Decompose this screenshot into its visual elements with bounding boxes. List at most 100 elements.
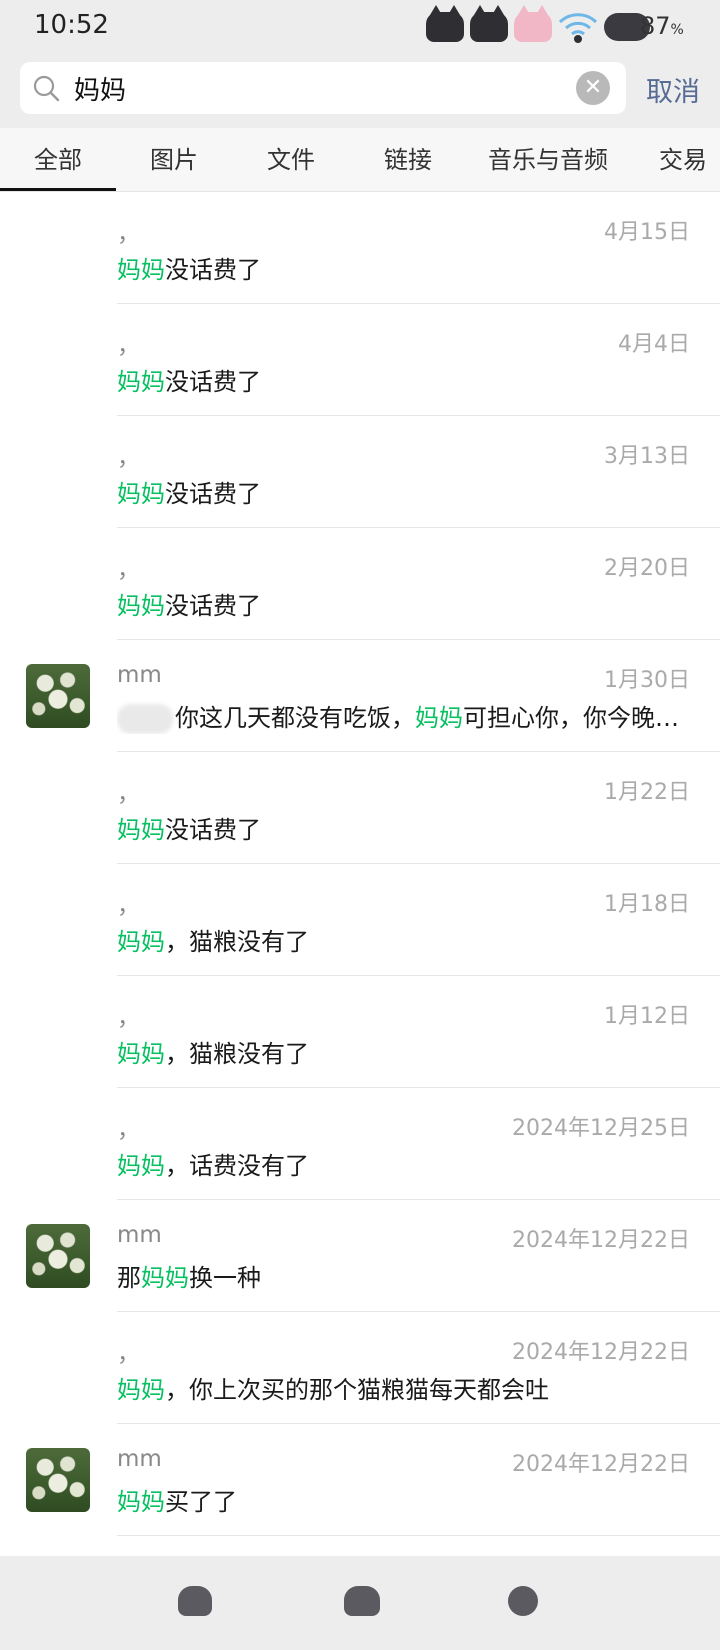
search-icon xyxy=(33,75,60,102)
search-input[interactable] xyxy=(74,68,554,108)
snippet-text: 没话费了 xyxy=(165,480,261,508)
result-row[interactable]: mm 1月30日你这几天都没有吃饭，妈妈可担心你，你今晚… xyxy=(0,640,720,752)
message-snippet: 妈妈没话费了 xyxy=(117,810,687,845)
row-divider xyxy=(117,1535,720,1536)
nav-back-icon[interactable] xyxy=(178,1586,212,1616)
result-row[interactable]: ， 1月12日妈妈，猫粮没有了 xyxy=(0,976,720,1088)
message-date: 2024年12月22日 xyxy=(512,1340,690,1365)
message-date: 1月12日 xyxy=(604,1004,690,1029)
message-date: 1月30日 xyxy=(604,668,690,693)
snippet-text: ，你上次买的那个猫粮猫每天都会吐 xyxy=(165,1376,549,1404)
message-snippet: 妈妈没话费了 xyxy=(117,362,687,397)
result-row[interactable]: ， 2月20日妈妈没话费了 xyxy=(0,528,720,640)
sender-name: ， xyxy=(117,557,140,583)
status-icons xyxy=(426,5,650,46)
keyword-highlight: 妈妈 xyxy=(117,1152,165,1180)
sender-name: ， xyxy=(117,1005,140,1031)
sender-name: ， xyxy=(117,893,140,919)
message-date: 2024年12月25日 xyxy=(512,1116,690,1141)
tab-links[interactable]: 链接 xyxy=(350,128,466,191)
message-date: 2024年12月22日 xyxy=(512,1452,690,1477)
message-date: 4月15日 xyxy=(604,220,690,245)
message-snippet: 妈妈，话费没有了 xyxy=(117,1146,687,1181)
nav-recent-icon[interactable] xyxy=(508,1586,538,1616)
snippet-text: ，猫粮没有了 xyxy=(165,928,309,956)
message-snippet: 妈妈，猫粮没有了 xyxy=(117,922,687,957)
result-row[interactable]: ， 4月15日妈妈没话费了 xyxy=(0,192,720,304)
message-snippet: 妈妈，猫粮没有了 xyxy=(117,1034,687,1069)
status-time: 10:52 xyxy=(34,10,109,40)
tab-transactions[interactable]: 交易 xyxy=(638,128,720,191)
snippet-text: 你这几天都没有吃饭， xyxy=(175,704,415,732)
navigation-bar xyxy=(0,1556,720,1650)
tab-images[interactable]: 图片 xyxy=(116,128,232,191)
message-date: 2月20日 xyxy=(604,556,690,581)
wifi-icon xyxy=(558,10,598,44)
snippet-text: 没话费了 xyxy=(165,368,261,396)
message-snippet: 那妈妈换一种 xyxy=(117,1258,687,1293)
message-date: 1月18日 xyxy=(604,892,690,917)
snippet-text: 那 xyxy=(117,1264,141,1292)
status-bar: 10:52 87% xyxy=(0,0,720,54)
network-cat-icon xyxy=(470,5,508,42)
search-bar: ✕ 取消 xyxy=(0,54,720,128)
sender-name: ， xyxy=(117,333,140,359)
result-row[interactable]: ， 2024年12月25日妈妈，话费没有了 xyxy=(0,1088,720,1200)
snippet-text: 换一种 xyxy=(189,1264,261,1292)
message-snippet: 妈妈，你上次买的那个猫粮猫每天都会吐 xyxy=(117,1370,687,1405)
keyword-highlight: 妈妈 xyxy=(117,592,165,620)
sender-name: mm xyxy=(117,1446,162,1472)
result-row[interactable]: ， 2024年12月22日妈妈，你上次买的那个猫粮猫每天都会吐 xyxy=(0,1312,720,1424)
message-snippet: 妈妈买了了 xyxy=(117,1482,687,1517)
active-tab-indicator xyxy=(0,188,116,191)
tab-all[interactable]: 全部 xyxy=(0,128,116,191)
clear-icon[interactable]: ✕ xyxy=(576,71,610,105)
result-row[interactable]: ， 1月22日妈妈没话费了 xyxy=(0,752,720,864)
message-snippet: 妈妈没话费了 xyxy=(117,586,687,621)
message-date: 2024年12月22日 xyxy=(512,1228,690,1253)
sender-name: mm xyxy=(117,1222,162,1248)
keyword-highlight: 妈妈 xyxy=(117,928,165,956)
message-date: 3月13日 xyxy=(604,444,690,469)
avatar xyxy=(26,1224,90,1288)
signal-cat-icon xyxy=(426,5,464,42)
result-row[interactable]: ， 1月18日妈妈，猫粮没有了 xyxy=(0,864,720,976)
keyword-highlight: 妈妈 xyxy=(117,256,165,284)
snippet-text: 没话费了 xyxy=(165,256,261,284)
keyword-highlight: 妈妈 xyxy=(117,816,165,844)
message-snippet: 你这几天都没有吃饭，妈妈可担心你，你今晚… xyxy=(117,698,687,734)
tab-music-audio[interactable]: 音乐与音频 xyxy=(470,128,626,191)
result-row[interactable]: ， 4月4日妈妈没话费了 xyxy=(0,304,720,416)
message-date: 4月4日 xyxy=(618,332,690,357)
sender-name: ， xyxy=(117,1341,140,1367)
avatar xyxy=(26,1448,90,1512)
message-date: 1月22日 xyxy=(604,780,690,805)
cancel-button[interactable]: 取消 xyxy=(646,70,700,109)
result-row[interactable]: ， 3月13日妈妈没话费了 xyxy=(0,416,720,528)
message-snippet: 妈妈没话费了 xyxy=(117,250,687,285)
sender-name: ， xyxy=(117,1117,140,1143)
avatar xyxy=(26,664,90,728)
sender-name: mm xyxy=(117,662,162,688)
keyword-highlight: 妈妈 xyxy=(117,1488,165,1516)
search-box[interactable]: ✕ xyxy=(20,62,626,114)
battery-level: 87% xyxy=(640,12,684,40)
sender-name: ， xyxy=(117,445,140,471)
blurred-text xyxy=(117,704,173,734)
snippet-text: ，话费没有了 xyxy=(165,1152,309,1180)
keyword-highlight: 妈妈 xyxy=(117,1376,165,1404)
tab-files[interactable]: 文件 xyxy=(232,128,350,191)
keyword-highlight: 妈妈 xyxy=(141,1264,189,1292)
result-row[interactable]: mm 2024年12月22日妈妈买了了 xyxy=(0,1424,720,1536)
sender-name: ， xyxy=(117,221,140,247)
data-cat-icon xyxy=(514,5,552,42)
snippet-text: 可担心你，你今晚… xyxy=(463,704,679,732)
keyword-highlight: 妈妈 xyxy=(415,704,463,732)
snippet-text: 没话费了 xyxy=(165,816,261,844)
sender-name: ， xyxy=(117,781,140,807)
keyword-highlight: 妈妈 xyxy=(117,368,165,396)
keyword-highlight: 妈妈 xyxy=(117,480,165,508)
nav-home-icon[interactable] xyxy=(344,1586,380,1616)
result-row[interactable]: mm 2024年12月22日那妈妈换一种 xyxy=(0,1200,720,1312)
snippet-text: 没话费了 xyxy=(165,592,261,620)
